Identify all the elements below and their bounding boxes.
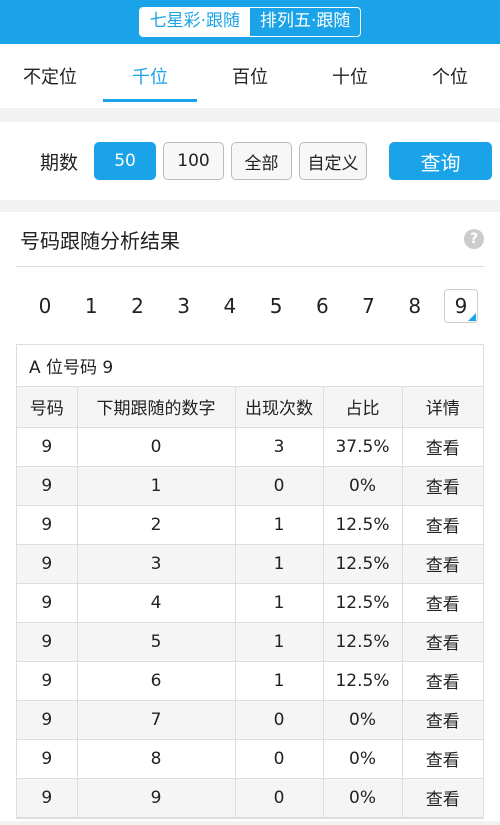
cell-number: 9 bbox=[17, 505, 78, 545]
view-detail-link[interactable]: 查看 bbox=[402, 622, 483, 662]
table-row: 9 6 1 12.5% 查看 bbox=[17, 661, 483, 701]
cell-count: 1 bbox=[235, 505, 324, 545]
cell-ratio: 0% bbox=[323, 739, 403, 779]
column-header-detail: 详情 bbox=[402, 387, 483, 428]
cell-ratio: 12.5% bbox=[323, 544, 403, 584]
cell-number: 9 bbox=[17, 661, 78, 701]
cell-ratio: 12.5% bbox=[323, 622, 403, 662]
view-detail-link[interactable]: 查看 bbox=[402, 700, 483, 740]
tab-tens[interactable]: 十位 bbox=[300, 44, 400, 108]
tab-unpositioned[interactable]: 不定位 bbox=[0, 44, 100, 108]
lottery-switch: 七星彩·跟随 排列五·跟随 bbox=[138, 7, 362, 37]
digit-9-selected[interactable]: 9 bbox=[443, 288, 478, 323]
cell-count: 1 bbox=[235, 661, 324, 701]
table-row: 9 7 0 0% 查看 bbox=[17, 700, 483, 740]
cell-ratio: 0% bbox=[323, 466, 403, 506]
cell-follow-digit: 0 bbox=[77, 427, 236, 467]
table-row: 9 0 3 37.5% 查看 bbox=[17, 427, 483, 467]
cell-follow-digit: 4 bbox=[77, 583, 236, 623]
cell-ratio: 0% bbox=[323, 700, 403, 740]
top-bar: 七星彩·跟随 排列五·跟随 bbox=[0, 0, 500, 44]
digit-1[interactable]: 1 bbox=[74, 289, 108, 323]
result-title: 号码跟随分析结果 bbox=[20, 228, 180, 253]
cell-number: 9 bbox=[17, 583, 78, 623]
cell-count: 1 bbox=[235, 544, 324, 584]
tab-thousands[interactable]: 千位 bbox=[100, 44, 200, 108]
cell-follow-digit: 9 bbox=[77, 778, 236, 818]
cell-follow-digit: 2 bbox=[77, 505, 236, 545]
digit-6[interactable]: 6 bbox=[305, 289, 339, 323]
table-row: 9 9 0 0% 查看 bbox=[17, 778, 483, 818]
digit-selector: 0 1 2 3 4 5 6 7 8 9 bbox=[16, 267, 484, 344]
view-detail-link[interactable]: 查看 bbox=[402, 583, 483, 623]
view-detail-link[interactable]: 查看 bbox=[402, 427, 483, 467]
cell-follow-digit: 7 bbox=[77, 700, 236, 740]
cell-ratio: 12.5% bbox=[323, 583, 403, 623]
query-button[interactable]: 查询 bbox=[389, 142, 493, 180]
cell-follow-digit: 6 bbox=[77, 661, 236, 701]
table-row: 9 8 0 0% 查看 bbox=[17, 739, 483, 779]
cell-number: 9 bbox=[17, 427, 78, 467]
digit-7[interactable]: 7 bbox=[352, 289, 386, 323]
digit-8[interactable]: 8 bbox=[398, 289, 432, 323]
cell-count: 1 bbox=[235, 622, 324, 662]
cell-ratio: 0% bbox=[323, 778, 403, 818]
tab-hundreds[interactable]: 百位 bbox=[200, 44, 300, 108]
view-detail-link[interactable]: 查看 bbox=[402, 544, 483, 584]
table-caption: A 位号码 9 bbox=[17, 345, 483, 387]
cell-number: 9 bbox=[17, 466, 78, 506]
tab-units[interactable]: 个位 bbox=[400, 44, 500, 108]
cell-ratio: 12.5% bbox=[323, 661, 403, 701]
cell-follow-digit: 3 bbox=[77, 544, 236, 584]
cell-follow-digit: 1 bbox=[77, 466, 236, 506]
segment-pl5-follow[interactable]: 排列五·跟随 bbox=[250, 8, 360, 36]
cell-count: 0 bbox=[235, 778, 324, 818]
question-icon[interactable]: ? bbox=[464, 229, 484, 249]
cell-follow-digit: 5 bbox=[77, 622, 236, 662]
period-50-button[interactable]: 50 bbox=[94, 142, 157, 180]
cell-number: 9 bbox=[17, 544, 78, 584]
cell-ratio: 12.5% bbox=[323, 505, 403, 545]
cell-count: 0 bbox=[235, 739, 324, 779]
table-row: 9 2 1 12.5% 查看 bbox=[17, 505, 483, 545]
position-tabs: 不定位 千位 百位 十位 个位 bbox=[0, 44, 500, 108]
digit-3[interactable]: 3 bbox=[167, 289, 201, 323]
cell-count: 1 bbox=[235, 583, 324, 623]
view-detail-link[interactable]: 查看 bbox=[402, 466, 483, 506]
view-detail-link[interactable]: 查看 bbox=[402, 778, 483, 818]
cell-count: 0 bbox=[235, 466, 324, 506]
cell-count: 0 bbox=[235, 700, 324, 740]
segment-qxc-follow[interactable]: 七星彩·跟随 bbox=[139, 8, 250, 36]
cell-number: 9 bbox=[17, 700, 78, 740]
table-row: 9 3 1 12.5% 查看 bbox=[17, 544, 483, 584]
digit-2[interactable]: 2 bbox=[120, 289, 154, 323]
period-filter: 期数 50 100 全部 自定义 查询 bbox=[0, 122, 500, 200]
cell-number: 9 bbox=[17, 739, 78, 779]
cell-ratio: 37.5% bbox=[323, 427, 403, 467]
view-detail-link[interactable]: 查看 bbox=[402, 661, 483, 701]
table-row: 9 1 0 0% 查看 bbox=[17, 466, 483, 506]
cell-count: 3 bbox=[235, 427, 324, 467]
cell-number: 9 bbox=[17, 622, 78, 662]
follow-table: A 位号码 9 号码 下期跟随的数字 出现次数 占比 详情 9 0 3 37.5… bbox=[16, 344, 484, 819]
cell-follow-digit: 8 bbox=[77, 739, 236, 779]
cell-number: 9 bbox=[17, 778, 78, 818]
column-header-ratio: 占比 bbox=[323, 387, 403, 428]
period-label: 期数 bbox=[40, 151, 79, 174]
digit-4[interactable]: 4 bbox=[213, 289, 247, 323]
table-row: 9 4 1 12.5% 查看 bbox=[17, 583, 483, 623]
table-row: 9 5 1 12.5% 查看 bbox=[17, 622, 483, 662]
digit-5[interactable]: 5 bbox=[259, 289, 293, 323]
period-100-button[interactable]: 100 bbox=[163, 142, 225, 180]
digit-0[interactable]: 0 bbox=[28, 289, 62, 323]
period-custom-button[interactable]: 自定义 bbox=[299, 142, 368, 180]
view-detail-link[interactable]: 查看 bbox=[402, 505, 483, 545]
view-detail-link[interactable]: 查看 bbox=[402, 739, 483, 779]
column-header-number: 号码 bbox=[17, 387, 78, 428]
result-panel: 号码跟随分析结果 ? 0 1 2 3 4 5 6 7 8 9 A 位号码 9 号… bbox=[0, 212, 500, 821]
column-header-count: 出现次数 bbox=[235, 387, 324, 428]
period-all-button[interactable]: 全部 bbox=[231, 142, 293, 180]
column-header-follow-digit: 下期跟随的数字 bbox=[77, 387, 236, 428]
